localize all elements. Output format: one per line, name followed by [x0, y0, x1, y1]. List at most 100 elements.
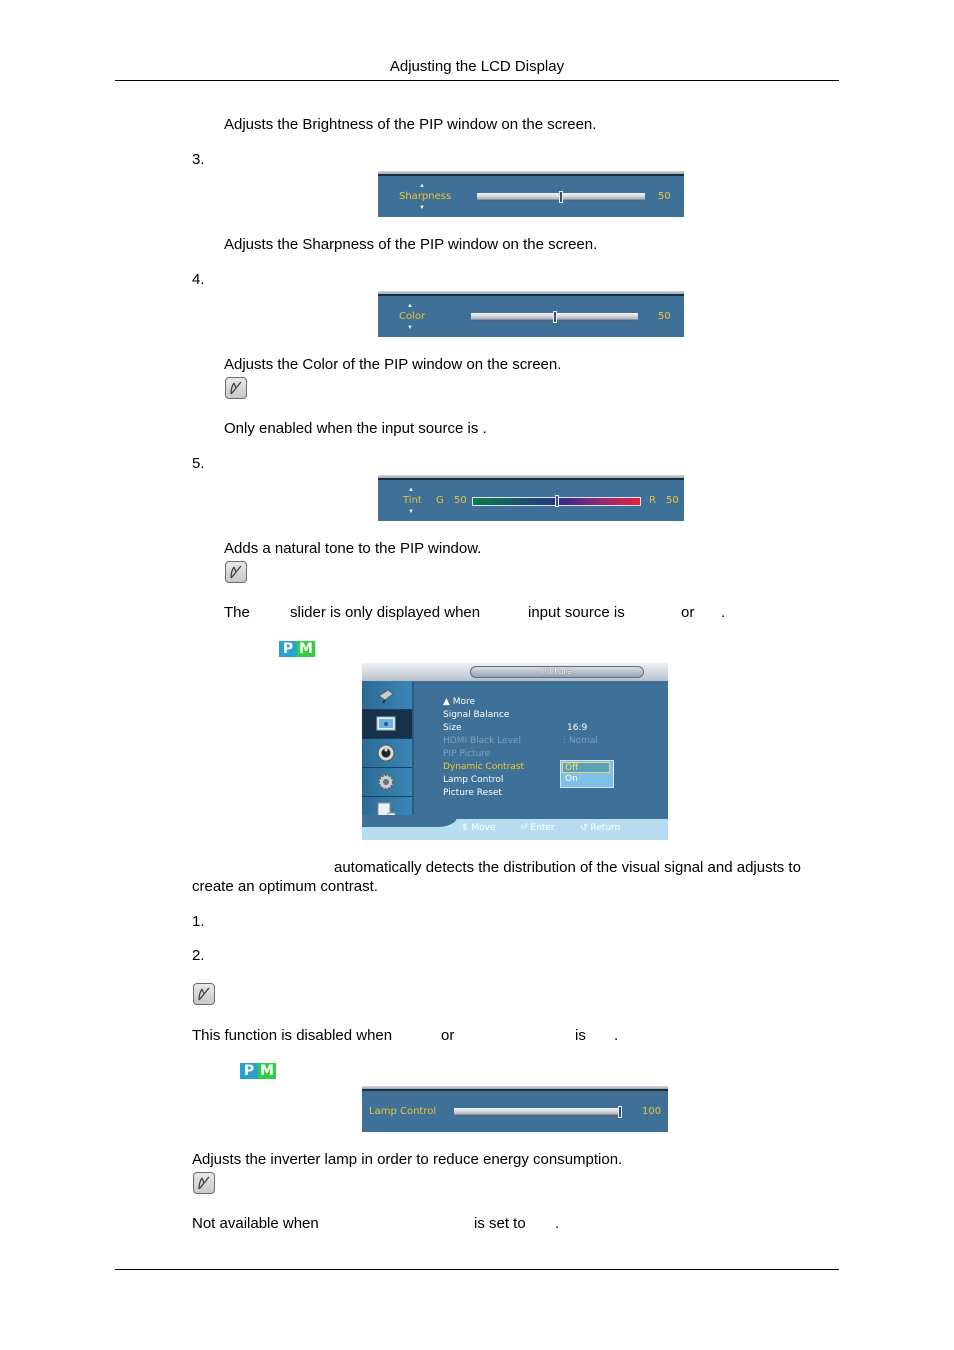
- osd-dark-edge: [378, 174, 684, 176]
- lamp-control-label: Lamp Control: [369, 1106, 437, 1117]
- lamp-note-not-available: Not available when: [192, 1215, 319, 1232]
- dropdown-option-on[interactable]: On: [563, 774, 578, 785]
- tint-description: Adds a natural tone to the PIP window.: [224, 540, 482, 557]
- step-number-4: 4.: [192, 271, 205, 288]
- move-arrows-icon: ⇕: [461, 823, 472, 833]
- menu-item-picture-reset[interactable]: Picture Reset: [443, 788, 502, 799]
- badge-m: M: [258, 1063, 276, 1079]
- badge-m: M: [297, 641, 315, 657]
- menu-item-more[interactable]: ▲ More: [443, 697, 475, 708]
- menu-value-hdmi-black-level: : Nomal: [563, 736, 598, 746]
- lamp-control-value: 100: [642, 1106, 662, 1117]
- tint-slider-thumb[interactable]: [554, 495, 559, 507]
- menu-item-hdmi-black-level: HDMI Black Level: [443, 736, 521, 746]
- page-header-title: Adjusting the LCD Display: [389, 58, 565, 75]
- picture-menu-osd: Picture ▲ More Signal Balance Size 16:9 …: [362, 663, 668, 840]
- sharpness-osd: ▲ Sharpness ▼ 50: [378, 171, 684, 217]
- badge-p: P: [240, 1063, 258, 1079]
- lamp-control-slider-track[interactable]: [454, 1108, 622, 1116]
- color-note-text: Only enabled when the input source is .: [224, 420, 487, 437]
- dc-note-or: or: [441, 1027, 455, 1044]
- picture-icon: [376, 716, 396, 731]
- header-rule: [115, 80, 839, 81]
- down-arrow-icon[interactable]: ▼: [419, 205, 425, 211]
- osd-dark-edge: [378, 478, 684, 480]
- note-icon: [225, 377, 247, 399]
- color-osd: ▲ Color ▼ 50: [378, 291, 684, 337]
- tint-red-channel: R: [649, 495, 656, 506]
- tint-red-value: 50: [666, 495, 679, 506]
- lamp-control-osd: Lamp Control 100: [362, 1086, 668, 1132]
- speaker-icon: [377, 744, 395, 762]
- list-number-2: 2.: [192, 947, 205, 964]
- sidebar-item-sound[interactable]: [362, 739, 412, 768]
- brightness-description: Adjusts the Brightness of the PIP window…: [224, 116, 597, 133]
- menu-footer-edge: [362, 815, 457, 827]
- note-icon: [193, 983, 215, 1005]
- pm-mode-badge: P M: [279, 641, 315, 657]
- tint-note-slider: slider is only displayed when: [290, 604, 481, 621]
- tint-green-channel: G: [436, 495, 444, 506]
- dynamic-contrast-dropdown[interactable]: Off On: [560, 760, 614, 788]
- osd-dark-edge: [378, 294, 684, 296]
- tint-osd: ▲ Tint ▼ G 50 R 50: [378, 475, 684, 521]
- tint-note-or: or: [681, 604, 695, 621]
- tint-green-value: 50: [454, 495, 467, 506]
- footer-enter-label: Enter: [530, 823, 555, 833]
- menu-item-lamp-control[interactable]: Lamp Control: [443, 775, 503, 786]
- dropdown-option-off[interactable]: Off: [562, 762, 610, 773]
- sharpness-description: Adjusts the Sharpness of the PIP window …: [224, 236, 598, 253]
- return-icon: ↺: [580, 823, 591, 833]
- menu-value-size: 16:9: [567, 723, 588, 733]
- color-slider-thumb[interactable]: [552, 311, 557, 323]
- dynamic-contrast-description-line2: create an optimum contrast.: [192, 878, 378, 895]
- up-arrow-icon[interactable]: ▲: [408, 487, 414, 493]
- sharpness-slider-thumb[interactable]: [559, 191, 563, 203]
- footer-move-label: Move: [471, 823, 496, 833]
- enter-icon: ⏎: [520, 823, 531, 833]
- menu-sidebar: [362, 681, 412, 827]
- menu-item-dynamic-contrast[interactable]: Dynamic Contrast: [443, 762, 524, 773]
- list-number-1: 1.: [192, 913, 205, 930]
- tint-label: Tint: [403, 495, 422, 506]
- sidebar-item-setup[interactable]: [362, 768, 412, 797]
- dc-note-period: .: [614, 1027, 619, 1044]
- color-label: Color: [399, 311, 426, 322]
- down-arrow-icon[interactable]: ▼: [408, 509, 414, 515]
- plug-icon: [378, 689, 394, 704]
- footer-return: ↺ Return: [580, 823, 620, 834]
- badge-p: P: [279, 641, 297, 657]
- up-arrow-icon[interactable]: ▲: [419, 183, 425, 189]
- dynamic-contrast-description-line1: automatically detects the distribution o…: [334, 859, 801, 876]
- sharpness-label: Sharpness: [399, 191, 452, 202]
- down-arrow-icon[interactable]: ▼: [407, 325, 413, 331]
- menu-item-size[interactable]: Size: [443, 723, 461, 734]
- tint-note-period: .: [721, 604, 726, 621]
- footer-rule: [115, 1269, 839, 1270]
- note-icon: [193, 1172, 215, 1194]
- lamp-control-description: Adjusts the inverter lamp in order to re…: [192, 1151, 623, 1168]
- lamp-note-set-to: is set to: [474, 1215, 526, 1232]
- footer-move: ⇕ Move: [461, 823, 496, 834]
- menu-item-pip-picture: PIP Picture: [443, 749, 491, 759]
- lamp-control-slider-thumb[interactable]: [618, 1106, 622, 1118]
- osd-dark-edge: [362, 1089, 668, 1091]
- sidebar-item-input[interactable]: [362, 681, 412, 710]
- step-number-3: 3.: [192, 151, 205, 168]
- dc-note-is: is: [575, 1027, 586, 1044]
- menu-title: Picture: [470, 666, 644, 678]
- sidebar-item-picture[interactable]: [362, 710, 412, 739]
- color-value: 50: [658, 311, 671, 322]
- dc-note-disabled: This function is disabled when: [192, 1027, 393, 1044]
- up-arrow-icon[interactable]: ▲: [407, 303, 413, 309]
- step-number-5: 5.: [192, 455, 205, 472]
- pm-mode-badge: P M: [240, 1063, 276, 1079]
- footer-enter: ⏎ Enter: [520, 823, 555, 834]
- tint-note-the: The: [224, 604, 250, 621]
- menu-item-signal-balance[interactable]: Signal Balance: [443, 710, 509, 721]
- gear-icon: [378, 774, 394, 790]
- footer-return-label: Return: [590, 823, 621, 833]
- menu-separator: [412, 681, 414, 827]
- note-icon: [225, 561, 247, 583]
- color-description: Adjusts the Color of the PIP window on t…: [224, 356, 562, 373]
